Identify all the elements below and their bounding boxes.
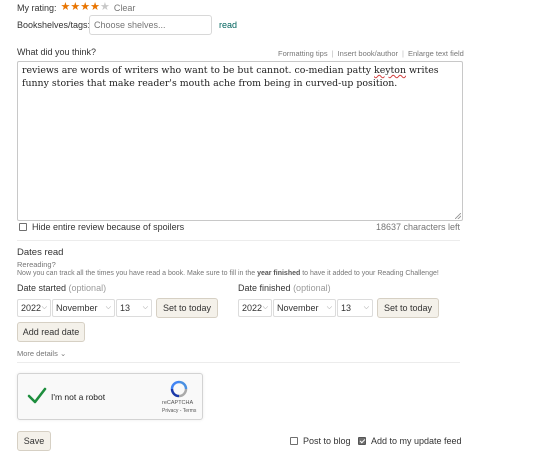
info-suffix: to have it added to your Reading Challen… — [300, 270, 439, 277]
start-month-value: November — [56, 303, 98, 313]
star-icon-5[interactable]: ★ — [100, 1, 110, 13]
save-button[interactable]: Save — [17, 431, 51, 451]
date-started-text: Date started — [17, 283, 67, 293]
add-read-date-button[interactable]: Add read date — [17, 322, 85, 342]
recaptcha-brand: reCAPTCHA — [162, 400, 194, 406]
date-started-optional: (optional) — [68, 283, 107, 293]
clear-rating-link[interactable]: Clear — [114, 3, 136, 13]
more-details-label: More details — [17, 349, 58, 358]
spoiler-row: Hide entire review because of spoilers — [19, 222, 184, 232]
dates-read-heading: Dates read — [17, 247, 64, 258]
current-shelf-link[interactable]: read — [219, 20, 237, 30]
star-icon-2[interactable]: ★ — [70, 1, 80, 13]
rereading-label: Rereading? — [17, 260, 56, 269]
finish-month-value: November — [277, 303, 319, 313]
update-feed-checkbox[interactable] — [358, 437, 366, 445]
toolbar-separator: | — [402, 49, 404, 58]
toolbar-separator: | — [331, 49, 334, 58]
chevron-down-icon: ⌵ — [262, 304, 268, 311]
start-day-select[interactable]: 13 ⌵ — [116, 299, 152, 317]
finish-year-value: 2022 — [242, 303, 263, 313]
spoiler-checkbox[interactable] — [19, 223, 27, 231]
chevron-down-icon: ⌵ — [41, 304, 47, 311]
chevron-down-icon: ⌵ — [105, 304, 111, 311]
insert-book-author-link[interactable]: Insert book/author — [338, 49, 398, 58]
captcha-label: I'm not a robot — [51, 392, 106, 402]
star-rating[interactable]: ★★★★★ — [61, 2, 110, 13]
star-icon-3[interactable]: ★ — [80, 1, 90, 13]
finish-set-to-today-button[interactable]: Set to today — [377, 298, 439, 318]
update-feed-option[interactable]: Add to my update feed — [358, 436, 462, 446]
recaptcha-logo-icon — [170, 380, 188, 398]
reading-challenge-info: Now you can track all the times you have… — [17, 270, 439, 277]
start-day-value: 13 — [120, 303, 131, 313]
resize-grip-icon[interactable] — [455, 213, 461, 219]
post-to-blog-option[interactable]: Post to blog — [290, 436, 351, 446]
rating-label: My rating: — [17, 2, 57, 13]
start-year-value: 2022 — [21, 303, 42, 313]
chevron-down-icon: ⌵ — [142, 304, 148, 311]
chevron-down-icon: ⌄ — [59, 349, 67, 358]
date-finished-label: Date finished (optional) — [238, 283, 331, 293]
review-text-start: reviews are words of writers who want to… — [22, 65, 375, 76]
post-to-blog-checkbox[interactable] — [290, 437, 298, 445]
post-to-blog-label: Post to blog — [303, 436, 351, 446]
formatting-tips-link[interactable]: Formatting tips — [278, 49, 328, 58]
characters-left: 18637 characters left — [375, 222, 460, 232]
finish-year-select[interactable]: 2022 ⌵ — [238, 299, 272, 317]
spoiler-label: Hide entire review because of spoilers — [32, 222, 185, 232]
star-icon-4[interactable]: ★ — [90, 1, 100, 13]
date-finished-text: Date finished — [238, 283, 291, 293]
chevron-down-icon: ⌵ — [363, 304, 369, 311]
review-label: What did you think? — [17, 47, 97, 57]
date-started-label: Date started (optional) — [17, 283, 106, 293]
recaptcha-footer[interactable]: Privacy - Terms — [162, 408, 196, 414]
review-toolbar: Formatting tips | Insert book/author | E… — [278, 49, 464, 58]
enlarge-text-field-link[interactable]: Enlarge text field — [408, 49, 464, 58]
date-finished-optional: (optional) — [293, 283, 331, 293]
update-feed-label: Add to my update feed — [371, 436, 462, 446]
finish-day-select[interactable]: 13 ⌵ — [337, 299, 373, 317]
divider — [17, 362, 460, 363]
star-icon-1[interactable]: ★ — [61, 1, 71, 13]
start-year-select[interactable]: 2022 ⌵ — [17, 299, 51, 317]
finish-day-value: 13 — [341, 303, 352, 313]
more-details-link[interactable]: More details ⌄ — [17, 349, 66, 358]
info-bold: year finished — [257, 270, 301, 277]
info-prefix: Now you can track all the times you have… — [17, 270, 258, 277]
chevron-down-icon: ⌵ — [326, 304, 332, 311]
start-month-select[interactable]: November ⌵ — [52, 299, 115, 317]
recaptcha-widget[interactable]: I'm not a robot reCAPTCHA Privacy - Term… — [17, 373, 203, 420]
checkmark-icon[interactable] — [27, 387, 47, 405]
review-textarea[interactable]: reviews are words of writers who want to… — [17, 61, 463, 221]
rating-row: My rating: ★★★★★ Clear — [17, 2, 135, 13]
choose-shelves-input[interactable] — [89, 15, 212, 35]
divider — [17, 240, 460, 241]
review-text-misspelled-word: keyton — [374, 65, 406, 76]
start-set-to-today-button[interactable]: Set to today — [156, 298, 218, 318]
finish-month-select[interactable]: November ⌵ — [273, 299, 336, 317]
bookshelves-label: Bookshelves/tags: — [17, 20, 91, 30]
